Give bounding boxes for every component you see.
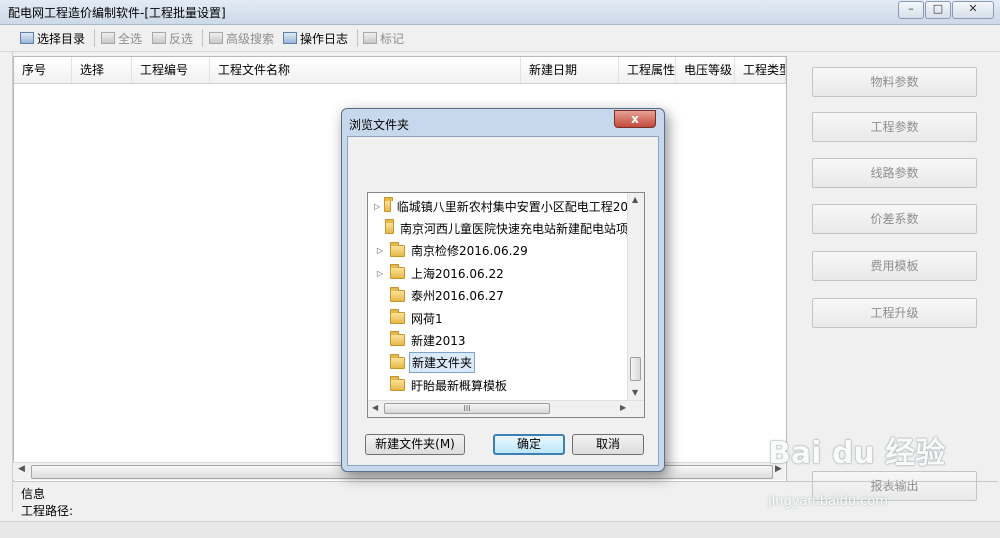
folder-tree[interactable]: ▷ 临城镇八里新农村集中安置小区配电工程20 南京河西儿童医院快速充电站新建配电站项… <box>367 192 645 418</box>
scrollbar-thumb[interactable] <box>630 357 641 381</box>
folder-icon <box>390 286 405 302</box>
table-header: 序号 选择 工程编号 工程文件名称 新建日期 工程属性 电压等级 工程类型 <box>14 57 786 84</box>
search-icon <box>209 32 223 44</box>
status-bar <box>0 521 1000 538</box>
watermark-url: jingyan.baidu.com <box>768 494 888 509</box>
select-all-button[interactable]: 全选 <box>101 29 142 47</box>
folder-label: 新建2013 <box>411 333 466 348</box>
scroll-left-icon[interactable]: ◀ <box>372 403 378 412</box>
title-bar: 配电网工程造价编制软件-[工程批量设置] – □ ✕ <box>0 0 1000 25</box>
folder-icon <box>390 241 405 257</box>
dialog-title: 浏览文件夹 <box>349 118 410 132</box>
price-diff-button[interactable]: 价差系数 <box>812 204 977 234</box>
close-window-button[interactable]: ✕ <box>952 1 994 19</box>
expand-arrow-icon[interactable]: ▷ <box>374 202 380 211</box>
folder-label: 上海2016.06.22 <box>411 266 504 281</box>
expand-arrow-icon[interactable]: ▷ <box>374 269 386 278</box>
maximize-button[interactable]: □ <box>925 1 951 19</box>
log-icon <box>283 32 297 44</box>
project-upgrade-button[interactable]: 工程升级 <box>812 298 977 328</box>
ok-button[interactable]: 确定 <box>493 434 565 455</box>
toolbar: 选择目录 全选 反选 高级搜索 操作日志 标记 <box>0 25 1000 52</box>
select-all-icon <box>101 32 115 44</box>
project-params-button[interactable]: 工程参数 <box>812 112 977 142</box>
folder-item[interactable]: ▷ 上海2016.06.22 <box>368 262 630 284</box>
scroll-down-icon[interactable]: ▼ <box>632 388 638 397</box>
mark-icon <box>363 32 377 44</box>
column-header[interactable]: 工程属性 <box>619 57 676 83</box>
folder-icon <box>390 309 405 324</box>
info-label: 信息 <box>21 487 46 501</box>
folder-icon <box>390 264 405 280</box>
column-header[interactable]: 工程文件名称 <box>210 57 521 83</box>
material-params-button[interactable]: 物料参数 <box>812 67 977 97</box>
column-header[interactable]: 序号 <box>14 57 72 83</box>
folder-item[interactable]: ▷ 南京检修2016.06.29 <box>368 240 630 262</box>
window-title: 配电网工程造价编制软件-[工程批量设置] <box>8 6 226 20</box>
column-header[interactable]: 选择 <box>72 57 132 83</box>
scrollbar-thumb[interactable]: III <box>384 403 550 414</box>
column-header[interactable]: 工程编号 <box>132 57 210 83</box>
advanced-search-button[interactable]: 高级搜索 <box>209 29 274 47</box>
minimize-button[interactable]: – <box>898 1 924 19</box>
operation-log-button[interactable]: 操作日志 <box>283 29 348 47</box>
tree-horizontal-scrollbar[interactable]: ◀ III ▶ <box>368 400 644 417</box>
line-params-button[interactable]: 线路参数 <box>812 158 977 188</box>
folder-icon <box>384 197 393 212</box>
invert-selection-button[interactable]: 反选 <box>152 29 193 47</box>
folder-icon <box>384 219 394 235</box>
dialog-body: ▷ 临城镇八里新农村集中安置小区配电工程20 南京河西儿童医院快速充电站新建配电站项… <box>347 136 659 466</box>
left-splitter[interactable] <box>0 52 13 512</box>
scroll-up-icon[interactable]: ▲ <box>632 195 638 204</box>
folder-item[interactable]: 盱眙最新概算模板 <box>368 374 630 396</box>
folder-item[interactable]: 南京河西儿童医院快速充电站新建配电站项 <box>368 217 630 239</box>
dialog-close-button[interactable]: x <box>614 110 656 128</box>
fee-template-button[interactable]: 费用模板 <box>812 251 977 281</box>
watermark-brand: Bai du 经验 <box>768 436 946 471</box>
select-dir-button[interactable]: 选择目录 <box>20 29 85 47</box>
folder-item[interactable]: 新建2013 <box>368 329 630 351</box>
mark-button[interactable]: 标记 <box>363 29 404 47</box>
column-header[interactable]: 电压等级 <box>676 57 735 83</box>
folder-icon <box>390 376 405 392</box>
folder-label: 网荷1 <box>411 311 443 326</box>
folder-item[interactable]: 网荷1 <box>368 307 630 329</box>
scroll-left-icon[interactable]: ◀ <box>18 464 25 474</box>
invert-icon <box>152 32 166 44</box>
cancel-button[interactable]: 取消 <box>572 434 644 455</box>
folder-label: 盱眙最新概算模板 <box>411 378 508 393</box>
column-header[interactable]: 工程类型 <box>735 57 786 83</box>
tree-vertical-scrollbar[interactable]: ▲ ▼ <box>627 193 644 401</box>
folder-label: 泰州2016.06.27 <box>411 289 504 304</box>
new-folder-button[interactable]: 新建文件夹(M) <box>365 434 465 455</box>
folder-item[interactable]: 泰州2016.06.27 <box>368 285 630 307</box>
scroll-right-icon[interactable]: ▶ <box>620 403 626 412</box>
folder-icon <box>390 353 405 369</box>
folder-item[interactable]: ▷ 临城镇八里新农村集中安置小区配电工程20 <box>368 195 630 217</box>
folder-label: 临城镇八里新农村集中安置小区配电工程20 <box>396 199 628 214</box>
browse-folder-dialog: 浏览文件夹 x ▷ 临城镇八里新农村集中安置小区配电工程20 南京河西儿童医院快速充… <box>341 108 665 472</box>
folder-icon <box>390 331 405 347</box>
folder-item[interactable]: 新建文件夹 <box>368 352 630 374</box>
folder-label: 南京检修2016.06.29 <box>411 244 528 259</box>
folder-list-icon <box>20 32 34 44</box>
column-header[interactable]: 新建日期 <box>521 57 619 83</box>
folder-label: 新建文件夹 <box>409 352 476 374</box>
folder-label: 南京河西儿童医院快速充电站新建配电站项 <box>399 221 628 236</box>
project-path-label: 工程路径: <box>21 504 74 518</box>
expand-arrow-icon[interactable]: ▷ <box>374 246 386 255</box>
